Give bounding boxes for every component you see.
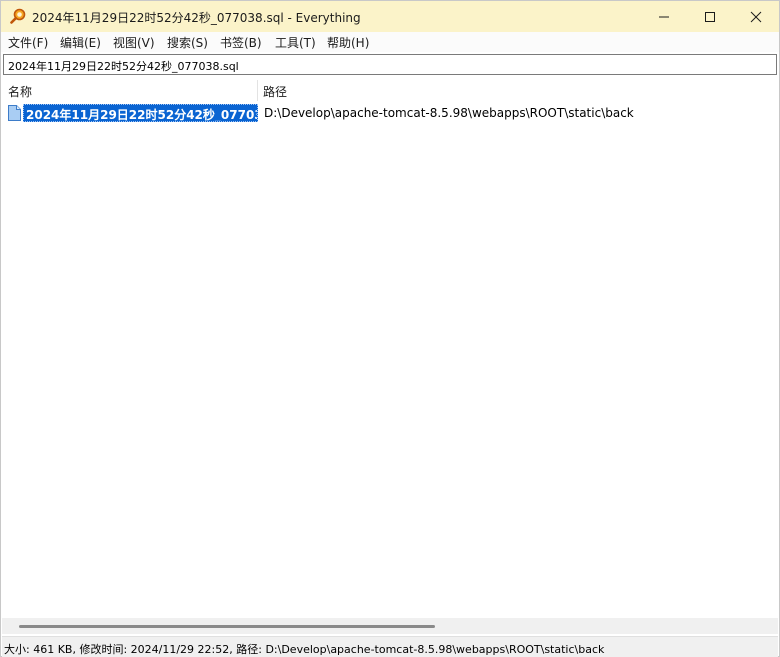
close-button[interactable] [733, 1, 779, 32]
column-header-name[interactable]: 名称 [8, 83, 32, 100]
menu-bar: 文件(F) 编辑(E) 视图(V) 搜索(S) 书签(B) 工具(T) 帮助(H… [1, 32, 779, 52]
menu-tools[interactable]: 工具(T) [275, 34, 316, 51]
everything-window: 2024年11月29日22时52分42秒_077038.sql - Everyt… [0, 0, 780, 657]
menu-help[interactable]: 帮助(H) [327, 34, 369, 51]
title-bar[interactable]: 2024年11月29日22时52分42秒_077038.sql - Everyt… [1, 1, 779, 32]
scrollbar-thumb[interactable] [19, 625, 435, 628]
result-name[interactable]: 2024年11月29日22时52分42秒_077038.... [23, 104, 258, 122]
menu-view[interactable]: 视图(V) [113, 34, 155, 51]
maximize-button[interactable] [687, 1, 733, 32]
status-bar: 大小: 461 KB, 修改时间: 2024/11/29 22:52, 路径: … [2, 636, 778, 657]
menu-bookmarks[interactable]: 书签(B) [220, 34, 262, 51]
results-header: 名称 路径 [2, 80, 778, 101]
search-input[interactable]: 2024年11月29日22时52分42秒_077038.sql [3, 54, 777, 75]
horizontal-scrollbar[interactable] [2, 618, 778, 634]
window-title: 2024年11月29日22时52分42秒_077038.sql - Everyt… [32, 11, 361, 25]
result-row[interactable]: 2024年11月29日22时52分42秒_077038.... D:\Devel… [2, 103, 778, 123]
minimize-icon [659, 16, 669, 18]
close-icon [750, 11, 762, 23]
menu-file[interactable]: 文件(F) [8, 34, 48, 51]
column-header-path[interactable]: 路径 [263, 83, 287, 100]
sql-file-icon [8, 105, 21, 121]
menu-edit[interactable]: 编辑(E) [60, 34, 101, 51]
minimize-button[interactable] [641, 1, 687, 32]
column-divider[interactable] [257, 80, 258, 101]
menu-search[interactable]: 搜索(S) [167, 34, 208, 51]
maximize-icon [705, 12, 715, 22]
everything-magnifier-icon [10, 8, 26, 24]
result-path[interactable]: D:\Develop\apache-tomcat-8.5.98\webapps\… [264, 106, 634, 120]
